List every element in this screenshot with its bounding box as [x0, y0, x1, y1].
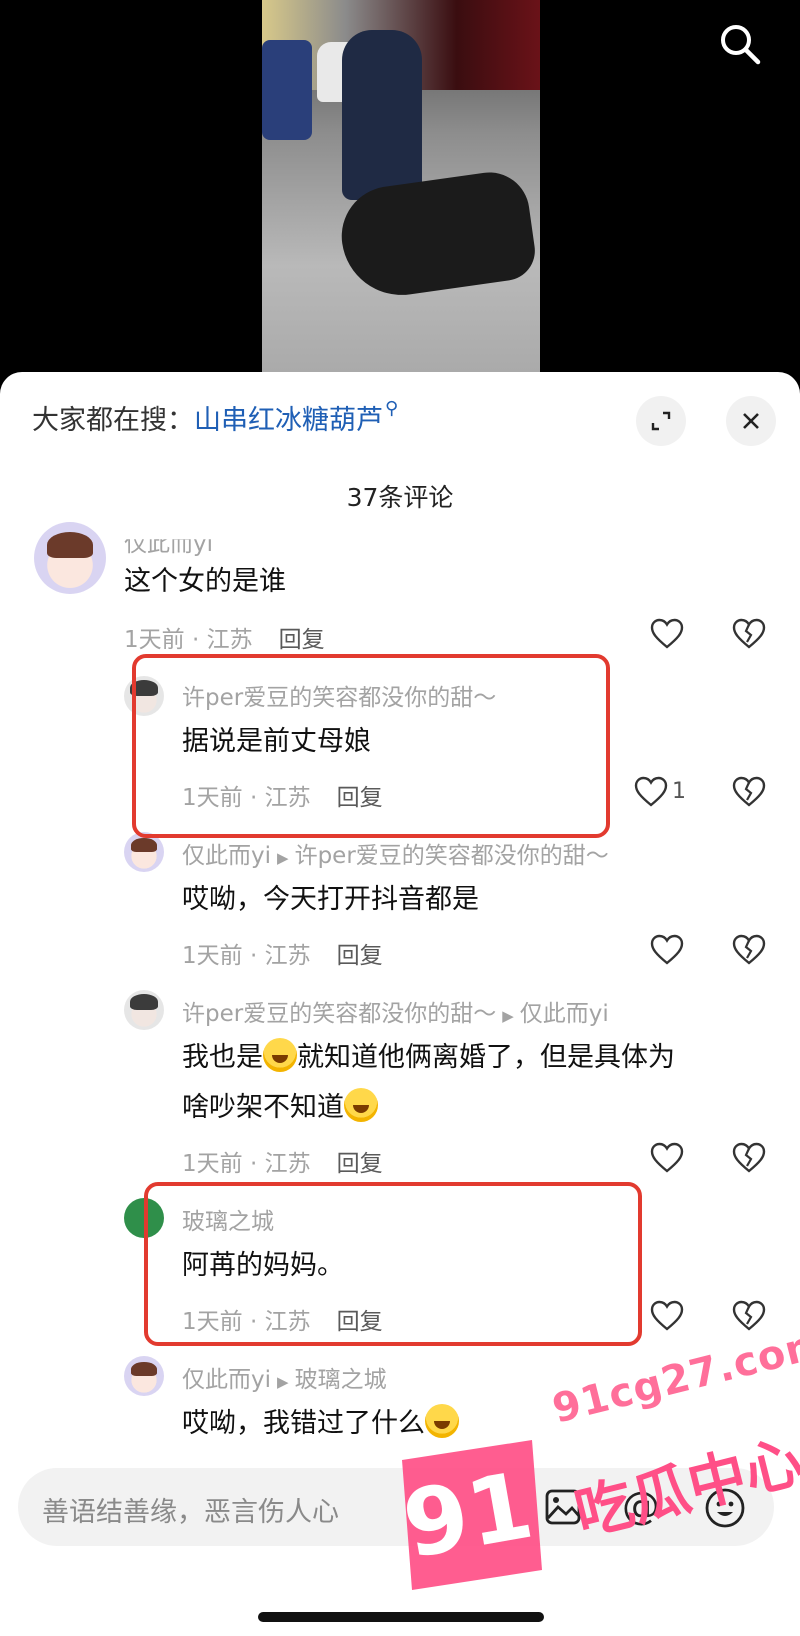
like-count: 1: [672, 779, 686, 804]
like-heart-icon[interactable]: [650, 934, 684, 966]
comment-count: 37条评论: [346, 483, 454, 512]
like-heart-icon[interactable]: [650, 618, 684, 650]
like-heart-icon[interactable]: [650, 1300, 684, 1332]
avatar[interactable]: [124, 1356, 164, 1396]
reply-button[interactable]: 回复: [279, 627, 325, 653]
avatar[interactable]: [124, 832, 164, 872]
like-heart-icon[interactable]: [634, 776, 668, 808]
comment-text: 这个女的是谁: [124, 566, 286, 597]
trending-search[interactable]: 大家都在搜：山串红冰糖葫芦 ⚲: [32, 398, 398, 437]
reply-arrow-icon: ▶: [502, 1007, 514, 1025]
comment-input-placeholder: 善语结善缘，恶言伤人心: [42, 1497, 339, 1528]
avatar[interactable]: [34, 522, 106, 594]
dislike-heart-icon[interactable]: [732, 1142, 766, 1174]
expand-icon: [651, 411, 671, 431]
home-indicator: [258, 1612, 544, 1622]
reply-arrow-icon: ▶: [277, 849, 289, 867]
dislike-heart-icon[interactable]: [732, 934, 766, 966]
comment-meta: 1天前 · 江苏 回复: [124, 627, 325, 653]
dislike-heart-icon[interactable]: [732, 618, 766, 650]
comment-text: 哎呦，今天打开抖音都是: [182, 884, 479, 915]
close-icon: [743, 413, 759, 429]
close-button[interactable]: [726, 396, 776, 446]
laugh-cry-emoji-icon: [263, 1038, 297, 1072]
comment-text-line2: 啥吵架不知道: [182, 1084, 378, 1132]
comment-meta: 1天前 · 江苏 回复: [182, 1151, 383, 1177]
avatar[interactable]: [124, 990, 164, 1030]
comment-username: 许per爱豆的笑容都没你的甜～ ▶ 仅此而yi: [182, 1001, 609, 1027]
highlight-box: [132, 654, 610, 838]
like-heart-icon[interactable]: [650, 1142, 684, 1174]
trending-prefix: 大家都在搜：: [32, 405, 194, 436]
reply-button[interactable]: 回复: [337, 1151, 383, 1177]
comment-username: 仅此而yi ▶ 玻璃之城: [182, 1367, 387, 1393]
video-frame: [262, 0, 540, 380]
expand-button[interactable]: [636, 396, 686, 446]
video-player[interactable]: [0, 0, 800, 380]
search-icon[interactable]: [716, 20, 764, 68]
laugh-cry-emoji-icon: [344, 1088, 378, 1122]
watermark-logo: 91: [382, 1430, 552, 1600]
small-search-icon: ⚲: [385, 398, 399, 419]
comment-username: 仅此而yi ▶ 许per爱豆的笑容都没你的甜～: [182, 843, 609, 869]
trending-keyword[interactable]: 山串红冰糖葫芦: [194, 405, 383, 436]
highlight-box: [144, 1182, 642, 1346]
reply-button[interactable]: 回复: [337, 943, 383, 969]
dislike-heart-icon[interactable]: [732, 1300, 766, 1332]
comment-text: 我也是 就知道他俩离婚了，但是具体为: [182, 1034, 675, 1082]
reply-arrow-icon: ▶: [277, 1373, 289, 1391]
comment-meta: 1天前 · 江苏 回复: [182, 943, 383, 969]
dislike-heart-icon[interactable]: [732, 776, 766, 808]
